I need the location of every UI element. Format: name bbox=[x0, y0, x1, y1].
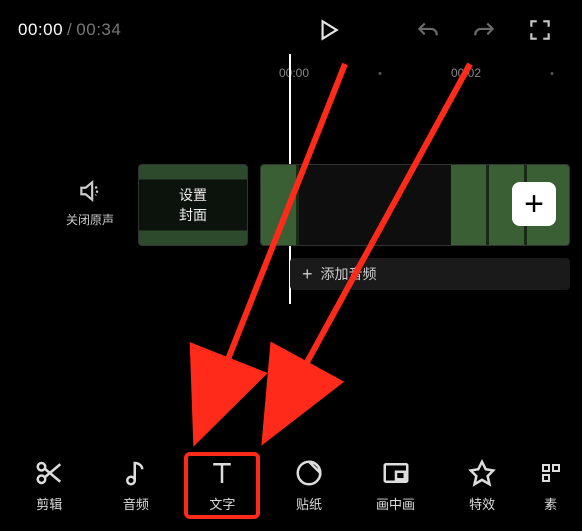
fullscreen-button[interactable] bbox=[516, 6, 564, 54]
sticker-icon bbox=[294, 458, 324, 488]
add-clip-button[interactable]: + bbox=[512, 182, 556, 226]
tool-label: 素 bbox=[544, 494, 557, 513]
undo-button[interactable] bbox=[404, 6, 452, 54]
speaker-mute-icon bbox=[77, 178, 103, 204]
timeline-ruler[interactable]: 00:00 00:02 bbox=[0, 66, 582, 94]
redo-button[interactable] bbox=[460, 6, 508, 54]
time-current: 00:00 bbox=[18, 20, 63, 40]
time-separator: / bbox=[67, 20, 72, 40]
tool-label: 音频 bbox=[123, 494, 149, 513]
tool-effects[interactable]: 特效 bbox=[444, 452, 520, 519]
plus-icon: + bbox=[302, 264, 313, 285]
time-total: 00:34 bbox=[76, 20, 121, 40]
ruler-dot bbox=[551, 72, 554, 75]
plus-icon: + bbox=[524, 187, 544, 221]
tool-label: 文字 bbox=[209, 494, 235, 513]
text-icon bbox=[207, 458, 237, 488]
star-icon bbox=[467, 458, 497, 488]
timeline-area: 关闭原声 设置 封面 + + 添加音频 bbox=[0, 164, 582, 314]
scissors-icon bbox=[34, 458, 64, 488]
tool-label: 贴纸 bbox=[296, 494, 322, 513]
undo-icon bbox=[415, 17, 441, 43]
cover-thumbnail[interactable]: 设置 封面 bbox=[138, 164, 248, 246]
grid-icon bbox=[539, 458, 563, 488]
tool-sticker[interactable]: 贴纸 bbox=[271, 452, 347, 519]
play-button[interactable] bbox=[304, 6, 352, 54]
mute-label: 关闭原声 bbox=[60, 211, 120, 228]
mute-original-audio[interactable]: 关闭原声 bbox=[60, 178, 120, 228]
tool-pip[interactable]: 画中画 bbox=[358, 452, 434, 519]
add-audio-label: 添加音频 bbox=[321, 264, 377, 284]
top-controls: 00:00 / 00:34 bbox=[0, 0, 582, 60]
tool-cut[interactable]: 剪辑 bbox=[11, 452, 87, 519]
ruler-dot bbox=[379, 72, 382, 75]
add-audio-button[interactable]: + 添加音频 bbox=[290, 258, 570, 290]
fullscreen-icon bbox=[527, 17, 553, 43]
play-icon bbox=[315, 17, 341, 43]
tool-label: 画中画 bbox=[376, 494, 415, 513]
tool-label: 剪辑 bbox=[36, 494, 62, 513]
bottom-toolbar: 剪辑 音频 文字 贴纸 画中画 特效 素 bbox=[0, 446, 582, 527]
pip-icon bbox=[381, 458, 411, 488]
cover-label: 设置 封面 bbox=[179, 185, 207, 225]
tool-text[interactable]: 文字 bbox=[184, 452, 260, 519]
music-note-icon bbox=[121, 458, 151, 488]
redo-icon bbox=[471, 17, 497, 43]
tool-audio[interactable]: 音频 bbox=[98, 452, 174, 519]
ruler-tick-0: 00:00 bbox=[279, 66, 309, 80]
ruler-tick-1: 00:02 bbox=[451, 66, 481, 80]
tool-assets[interactable]: 素 bbox=[531, 452, 571, 519]
playback-time: 00:00 / 00:34 bbox=[18, 20, 121, 40]
tool-label: 特效 bbox=[469, 494, 495, 513]
